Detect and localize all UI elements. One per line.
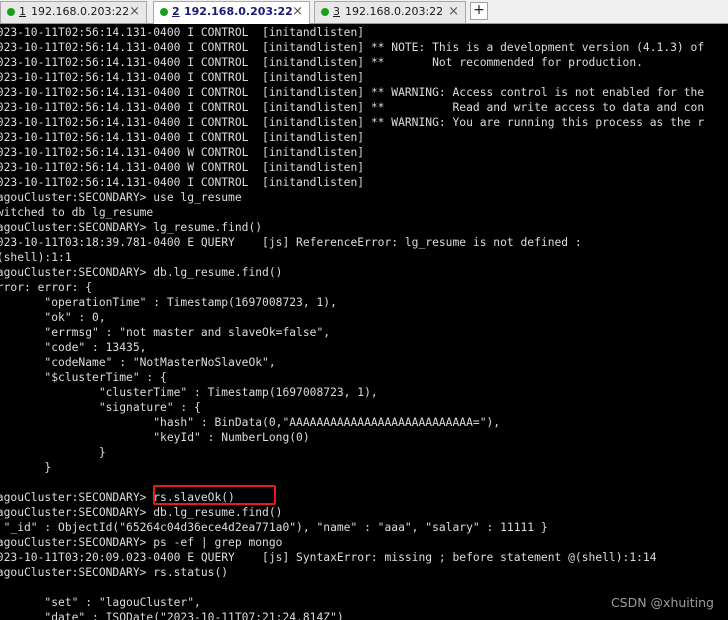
watermark: CSDN @xhuiting [610, 595, 714, 610]
terminal-line: "errmsg" : "not master and slaveOk=false… [0, 326, 331, 339]
connected-status-icon [7, 8, 15, 16]
terminal-line: 2023-10-11T02:56:14.131-0400 I CONTROL [… [0, 86, 705, 99]
highlight-annotation-box [153, 485, 276, 505]
terminal-line: lagouCluster:SECONDARY> ps -ef | grep mo… [0, 536, 283, 549]
terminal-line: } [44, 461, 52, 474]
terminal-line: "codeName" : "NotMasterNoSlaveOk", [0, 356, 276, 369]
terminal-line: 2023-10-11T02:56:14.131-0400 I CONTROL [… [0, 176, 365, 189]
close-tab-icon[interactable]: × [448, 2, 459, 22]
tab-session-1[interactable]: 1 192.168.0.203:22 × [0, 1, 147, 23]
tab-number: 3 [333, 5, 340, 18]
terminal-line: "keyId" : NumberLong(0) [0, 431, 310, 444]
terminal-window: 1 192.168.0.203:22 × 2 192.168.0.203:22 … [0, 0, 728, 620]
terminal-line: lagouCluster:SECONDARY> rs.status() [0, 566, 229, 579]
close-tab-icon[interactable]: × [129, 2, 140, 22]
terminal-line: 2023-10-11T03:20:09.023-0400 E QUERY [js… [0, 551, 657, 564]
terminal-line: "operationTime" : Timestamp(1697008723, … [0, 296, 337, 309]
terminal-line: switched to db lg_resume [0, 206, 154, 219]
terminal-line: 2023-10-11T02:56:14.131-0400 I CONTROL [… [0, 71, 365, 84]
tab-host-label: 192.168.0.203:22 [31, 5, 130, 18]
terminal-line: 2023-10-11T02:56:14.131-0400 I CONTROL [… [0, 41, 705, 54]
terminal-line: "set" : "lagouCluster", [0, 596, 201, 609]
connected-status-icon [321, 8, 329, 16]
terminal-line: lagouCluster:SECONDARY> db.lg_resume.fin… [0, 506, 283, 519]
terminal-line: "code" : 13435, [0, 341, 147, 354]
terminal-line: 2023-10-11T02:56:14.131-0400 W CONTROL [… [0, 161, 365, 174]
terminal-line: @(shell):1:1 [0, 251, 72, 264]
terminal-line: "clusterTime" : Timestamp(1697008723, 1)… [0, 386, 378, 399]
tab-session-2[interactable]: 2 192.168.0.203:22 × [153, 1, 310, 24]
terminal-line: lagouCluster:SECONDARY> db.lg_resume.fin… [0, 266, 283, 279]
terminal-line: 2023-10-11T02:56:14.131-0400 W CONTROL [… [0, 146, 365, 159]
terminal-line: 2023-10-11T02:56:14.131-0400 I CONTROL [… [0, 26, 365, 39]
new-tab-button[interactable]: + [470, 2, 488, 20]
terminal-line: } [0, 446, 106, 459]
tab-host-label: 192.168.0.203:22 [345, 5, 444, 18]
terminal-line: 2023-10-11T03:18:39.781-0400 E QUERY [js… [0, 236, 582, 249]
terminal-line: 2023-10-11T02:56:14.131-0400 I CONTROL [… [0, 116, 705, 129]
terminal-line: { "_id" : ObjectId("65264c04d36ece4d2ea7… [0, 521, 548, 534]
close-tab-icon[interactable]: × [292, 2, 303, 22]
terminal-output[interactable]: 2023-10-11T02:56:14.131-0400 I CONTROL [… [0, 24, 728, 620]
terminal-line: "date" : ISODate("2023-10-11T07:21:24.81… [0, 611, 344, 620]
terminal-line: "ok" : 0, [0, 311, 106, 324]
tab-session-3[interactable]: 3 192.168.0.203:22 × [314, 1, 466, 23]
terminal-line: "$clusterTime" : { [0, 371, 167, 384]
connected-status-icon [160, 8, 168, 16]
terminal-line: lagouCluster:SECONDARY> use lg_resume [0, 191, 242, 204]
terminal-line: 2023-10-11T02:56:14.131-0400 I CONTROL [… [0, 131, 365, 144]
terminal-line: Error: error: { [0, 281, 93, 294]
tab-number: 1 [19, 5, 26, 18]
terminal-line: 2023-10-11T02:56:14.131-0400 I CONTROL [… [0, 56, 643, 69]
tab-host-label: 192.168.0.203:22 [184, 5, 293, 18]
terminal-line: "signature" : { [0, 401, 201, 414]
terminal-line: 2023-10-11T02:56:14.131-0400 I CONTROL [… [0, 101, 705, 114]
tab-number: 2 [172, 5, 180, 18]
terminal-line: "hash" : BinData(0,"AAAAAAAAAAAAAAAAAAAA… [0, 416, 501, 429]
tab-bar: 1 192.168.0.203:22 × 2 192.168.0.203:22 … [0, 0, 728, 24]
terminal-line: lagouCluster:SECONDARY> lg_resume.find() [0, 221, 263, 234]
